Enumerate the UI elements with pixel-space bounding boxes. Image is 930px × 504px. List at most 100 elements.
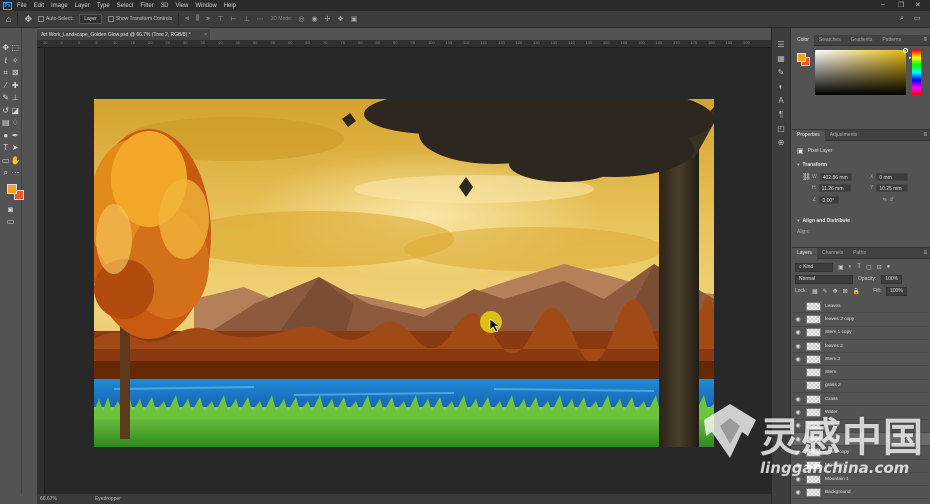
panel-menu-icon[interactable]: ≡: [923, 250, 927, 256]
menu-select[interactable]: Select: [117, 3, 134, 9]
character-panel-icon[interactable]: A: [772, 94, 790, 108]
menu-edit[interactable]: Edit: [34, 3, 44, 9]
crop-tool-icon[interactable]: ⌗: [1, 69, 10, 77]
lock-transparency-icon[interactable]: ▦: [812, 288, 818, 295]
document-tab[interactable]: Art Work_Landscape_Golden Glow.psd @ 66.…: [37, 28, 210, 40]
tab-layers[interactable]: Layers: [792, 247, 818, 259]
distribute-icon[interactable]: ⋯: [257, 15, 265, 23]
transform-section-header[interactable]: ▾ Transform: [797, 162, 827, 168]
transform-controls-checkbox[interactable]: Show Transform Controls: [107, 16, 172, 22]
eyedropper-tool-icon[interactable]: ⁄: [1, 81, 10, 90]
opacity-value[interactable]: 100%: [881, 274, 903, 284]
panel-menu-icon[interactable]: ≡: [923, 37, 927, 43]
quick-mask-icon[interactable]: ◙: [6, 205, 15, 214]
filter-pixel-icon[interactable]: ▣: [838, 264, 844, 271]
filter-adjustment-icon[interactable]: ◐: [849, 264, 853, 270]
zoom-level[interactable]: 66.67%: [40, 496, 57, 502]
dodge-tool-icon[interactable]: ●: [1, 131, 10, 140]
magic-wand-tool-icon[interactable]: ✧: [11, 56, 20, 65]
visibility-eye-icon[interactable]: ◉: [792, 329, 804, 336]
history-panel-icon[interactable]: ☰: [772, 38, 790, 52]
width-field[interactable]: W 402.86 mm: [812, 173, 852, 181]
hue-slider[interactable]: [912, 50, 921, 95]
angle-value[interactable]: 0.00°: [819, 196, 840, 204]
document-canvas[interactable]: [94, 99, 714, 447]
photoshop-logo-icon[interactable]: Ps: [3, 1, 12, 10]
3d-scale-icon[interactable]: ▣: [351, 15, 359, 23]
visibility-eye-icon[interactable]: ◉: [792, 316, 804, 323]
layer-name[interactable]: grass 2: [825, 383, 841, 388]
lock-artboard-icon[interactable]: ⊠: [843, 288, 848, 295]
paragraph-panel-icon[interactable]: ¶: [772, 108, 790, 122]
layer-row[interactable]: Stem: [792, 366, 930, 380]
align-left-icon[interactable]: ⫷: [185, 15, 190, 23]
y-value[interactable]: 10.25 mm: [876, 184, 909, 192]
filter-shape-icon[interactable]: ▢: [866, 264, 872, 271]
layer-name[interactable]: Leaves: [825, 304, 840, 309]
menu-help[interactable]: Help: [224, 3, 236, 9]
tab-channels[interactable]: Channels: [817, 248, 848, 259]
angle-field[interactable]: ∠ 0.00° ⇋ ⇵: [812, 196, 894, 204]
close-window-button[interactable]: ✕: [915, 1, 921, 9]
menu-3d[interactable]: 3D: [161, 3, 169, 9]
align-section-header[interactable]: ▾ Align and Distribute: [797, 218, 850, 224]
artboard-tool-icon[interactable]: ⬚: [11, 44, 20, 52]
menu-image[interactable]: Image: [51, 3, 68, 9]
visibility-eye-icon[interactable]: ◉: [792, 356, 804, 363]
foreground-color-swatch[interactable]: [7, 183, 17, 194]
menu-view[interactable]: View: [175, 3, 188, 9]
tab-adjustments[interactable]: Adjustments: [825, 130, 863, 141]
filter-smart-object-icon[interactable]: ⊡: [877, 264, 882, 271]
layer-name[interactable]: leaves 2: [825, 344, 843, 349]
height-value[interactable]: 11.26 mm: [818, 184, 851, 192]
lock-all-icon[interactable]: 🔒: [853, 288, 860, 295]
layer-row[interactable]: ◉ leaves 2 copy: [792, 313, 930, 327]
3d-orbit-icon[interactable]: ◎: [298, 15, 305, 23]
tab-properties[interactable]: Properties: [792, 129, 825, 141]
tab-paths[interactable]: Paths: [848, 248, 871, 259]
lock-image-icon[interactable]: ✎: [823, 288, 828, 295]
auto-select-target-dropdown[interactable]: Layer: [79, 14, 102, 24]
history-brush-tool-icon[interactable]: ↺: [1, 106, 10, 115]
menu-layer[interactable]: Layer: [75, 3, 90, 9]
pen-tool-icon[interactable]: ✒: [11, 131, 20, 140]
clone-source-panel-icon[interactable]: ⊕: [772, 136, 790, 150]
height-field[interactable]: H 11.26 mm: [812, 184, 851, 192]
color-field[interactable]: [815, 50, 906, 95]
minimize-button[interactable]: –: [881, 1, 885, 8]
hue-marker-icon[interactable]: ▸: [909, 55, 912, 61]
search-icon[interactable]: ⌕: [900, 14, 904, 24]
hand-tool-icon[interactable]: ✋: [11, 156, 21, 165]
layer-row[interactable]: Leaves: [792, 300, 930, 314]
3d-slide-icon[interactable]: ❖: [337, 15, 344, 23]
tab-gradients[interactable]: Gradients: [846, 35, 878, 46]
frame-tool-icon[interactable]: ⊠: [11, 69, 20, 77]
healing-brush-tool-icon[interactable]: ✚: [11, 81, 20, 90]
type-tool-icon[interactable]: T: [1, 144, 10, 152]
panel-menu-icon[interactable]: ≡: [923, 132, 927, 138]
lasso-tool-icon[interactable]: ℓ: [1, 56, 10, 65]
layer-row[interactable]: ◉ Stem 1 copy: [792, 327, 930, 340]
menu-filter[interactable]: Filter: [140, 3, 153, 9]
x-value[interactable]: 0 mm: [876, 173, 909, 181]
filter-type-icon[interactable]: T: [857, 264, 861, 270]
width-value[interactable]: 402.86 mm: [819, 173, 852, 181]
flip-vertical-icon[interactable]: ⇵: [890, 196, 894, 204]
tab-patterns[interactable]: Patterns: [877, 35, 906, 46]
color-panel-foreground-swatch[interactable]: [797, 53, 806, 62]
home-icon[interactable]: ⌂: [6, 14, 11, 24]
link-dimensions-icon[interactable]: ⛓: [802, 174, 811, 182]
brush-tool-icon[interactable]: ✎: [1, 94, 10, 102]
auto-select-checkbox[interactable]: Auto-Select:: [37, 16, 73, 22]
workspace-icon[interactable]: ▭: [914, 14, 921, 24]
libraries-panel-icon[interactable]: ▦: [772, 52, 790, 66]
close-document-icon[interactable]: ×: [204, 32, 207, 38]
align-right-icon[interactable]: ⫸: [206, 15, 211, 23]
vertical-ruler[interactable]: [37, 48, 45, 494]
glyphs-panel-icon[interactable]: ◰: [772, 122, 790, 136]
menu-type[interactable]: Type: [97, 3, 110, 9]
3d-roll-icon[interactable]: ◉: [311, 15, 318, 23]
lock-position-icon[interactable]: ✥: [833, 288, 838, 295]
layer-name[interactable]: leaves 2 copy: [825, 317, 854, 322]
layer-row[interactable]: ◉ leaves 2: [792, 340, 930, 354]
